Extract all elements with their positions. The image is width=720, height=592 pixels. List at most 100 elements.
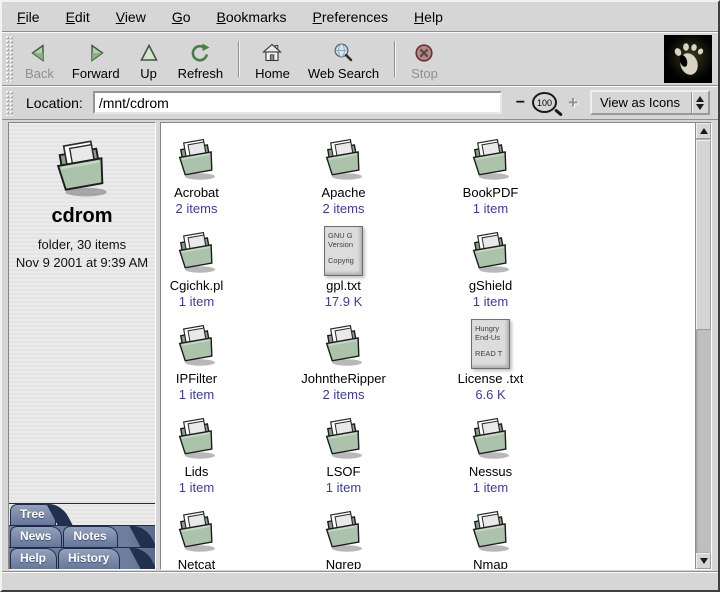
menu-help[interactable]: Help — [401, 3, 456, 31]
file-item[interactable]: Hungry End-Us READ T License .txt 6.6 K — [417, 319, 564, 412]
file-item[interactable]: JohntheRipper 2 items — [270, 319, 417, 412]
toolbar-separator — [238, 41, 240, 77]
file-item[interactable]: Nmap — [417, 505, 564, 569]
file-item[interactable]: Apache 2 items — [270, 133, 417, 226]
web-search-icon — [332, 40, 354, 66]
file-count: 1 item — [179, 294, 214, 309]
file-name: Acrobat — [174, 185, 219, 200]
folder-icon — [173, 321, 221, 369]
menu-go[interactable]: Go — [159, 3, 204, 31]
folder-icon — [320, 321, 368, 369]
file-name: Lids — [185, 464, 209, 479]
file-name: gpl.txt — [326, 278, 361, 293]
menu-bar: File Edit View Go Bookmarks Preferences … — [2, 2, 718, 32]
folder-icon — [173, 228, 221, 276]
file-count: 1 item — [179, 387, 214, 402]
menu-edit[interactable]: Edit — [53, 3, 103, 31]
content-pane: Acrobat 2 items Apache 2 items BookPDF 1… — [160, 122, 712, 570]
file-item[interactable]: GNU G Version Copyrig gpl.txt 17.9 K — [270, 226, 417, 319]
scrollbar-thumb[interactable] — [696, 140, 711, 330]
folder-icon — [320, 507, 368, 555]
location-bar: Location: − 100 + View as Icons — [2, 86, 718, 120]
location-input[interactable] — [93, 91, 502, 114]
up-button[interactable]: Up — [129, 37, 169, 83]
tool-bar: Back Forward Up Refresh — [2, 32, 718, 86]
file-count: 1 item — [179, 480, 214, 495]
main-pane: cdrom folder, 30 items Nov 9 2001 at 9:3… — [2, 120, 718, 572]
back-button[interactable]: Back — [16, 37, 63, 83]
file-name: Nmap — [473, 557, 508, 569]
file-item[interactable]: LSOF 1 item — [270, 412, 417, 505]
sidebar-folder-info: folder, 30 items — [9, 237, 155, 252]
scrollbar-track[interactable] — [696, 139, 711, 553]
scroll-up-button[interactable] — [696, 123, 711, 139]
menu-view[interactable]: View — [103, 3, 159, 31]
file-name: Ngrep — [326, 557, 361, 569]
locationbar-grip-handle[interactable] — [5, 90, 14, 116]
file-item[interactable]: Acrobat 2 items — [161, 133, 270, 226]
folder-icon — [467, 135, 515, 183]
file-count: 1 item — [473, 294, 508, 309]
home-button[interactable]: Home — [246, 37, 299, 83]
sidebar-folder-icon — [9, 135, 155, 201]
stop-icon — [413, 40, 435, 66]
zoom-in-button[interactable]: + — [560, 95, 582, 111]
web-search-button[interactable]: Web Search — [299, 37, 388, 83]
sidebar-folder-date: Nov 9 2001 at 9:39 AM — [9, 255, 155, 270]
sidebar-folder-title: cdrom — [9, 205, 155, 228]
file-count: 2 items — [176, 201, 218, 216]
vertical-scrollbar[interactable] — [695, 123, 711, 569]
file-name: Apache — [321, 185, 365, 200]
file-item[interactable]: Netcat — [161, 505, 270, 569]
file-name: BookPDF — [463, 185, 519, 200]
sidebar-tab-help[interactable]: Help — [10, 548, 57, 569]
toolbar-grip-handle[interactable] — [5, 35, 14, 82]
text-file-icon: Hungry End-Us READ T — [471, 319, 510, 369]
tab-curve — [129, 548, 156, 569]
zoom-controls: − 100 + — [512, 92, 582, 113]
icon-view: Acrobat 2 items Apache 2 items BookPDF 1… — [161, 123, 695, 569]
file-name: gShield — [469, 278, 512, 293]
file-count: 1 item — [473, 201, 508, 216]
home-icon — [261, 40, 283, 66]
file-item[interactable]: BookPDF 1 item — [417, 133, 564, 226]
zoom-out-button[interactable]: − — [512, 95, 529, 111]
tab-row-3: Help History — [9, 547, 155, 569]
menu-preferences[interactable]: Preferences — [300, 3, 402, 31]
sidebar: cdrom folder, 30 items Nov 9 2001 at 9:3… — [8, 122, 156, 570]
file-name: LSOF — [327, 464, 361, 479]
file-item[interactable]: gShield 1 item — [417, 226, 564, 319]
file-size: 17.9 K — [325, 294, 363, 309]
tab-curve — [129, 526, 156, 547]
file-name: IPFilter — [176, 371, 217, 386]
file-item[interactable]: Nessus 1 item — [417, 412, 564, 505]
gnome-footprint-logo — [664, 35, 712, 83]
file-item[interactable]: Ngrep — [270, 505, 417, 569]
sidebar-tab-notes[interactable]: Notes — [63, 526, 117, 547]
file-item[interactable]: IPFilter 1 item — [161, 319, 270, 412]
view-mode-dropdown[interactable]: View as Icons — [590, 90, 710, 115]
zoom-level-indicator[interactable]: 100 — [532, 92, 557, 113]
arrow-down-icon — [700, 558, 708, 564]
file-name: JohntheRipper — [301, 371, 386, 386]
file-name: Netcat — [178, 557, 216, 569]
status-bar — [2, 572, 718, 590]
folder-icon — [173, 507, 221, 555]
tab-row-1: Tree — [9, 503, 155, 525]
footprint-icon — [668, 39, 708, 79]
tab-row-2: News Notes — [9, 525, 155, 547]
refresh-button[interactable]: Refresh — [169, 37, 233, 83]
menu-bookmarks[interactable]: Bookmarks — [204, 3, 300, 31]
up-icon — [138, 40, 160, 66]
stop-button[interactable]: Stop — [402, 37, 447, 83]
scroll-down-button[interactable] — [696, 553, 711, 569]
file-count: 2 items — [323, 387, 365, 402]
file-item[interactable]: Lids 1 item — [161, 412, 270, 505]
folder-icon — [467, 414, 515, 462]
sidebar-tab-history[interactable]: History — [58, 548, 120, 569]
folder-icon — [467, 507, 515, 555]
sidebar-tab-news[interactable]: News — [10, 526, 62, 547]
forward-button[interactable]: Forward — [63, 37, 129, 83]
file-item[interactable]: Cgichk.pl 1 item — [161, 226, 270, 319]
menu-file[interactable]: File — [4, 3, 53, 31]
